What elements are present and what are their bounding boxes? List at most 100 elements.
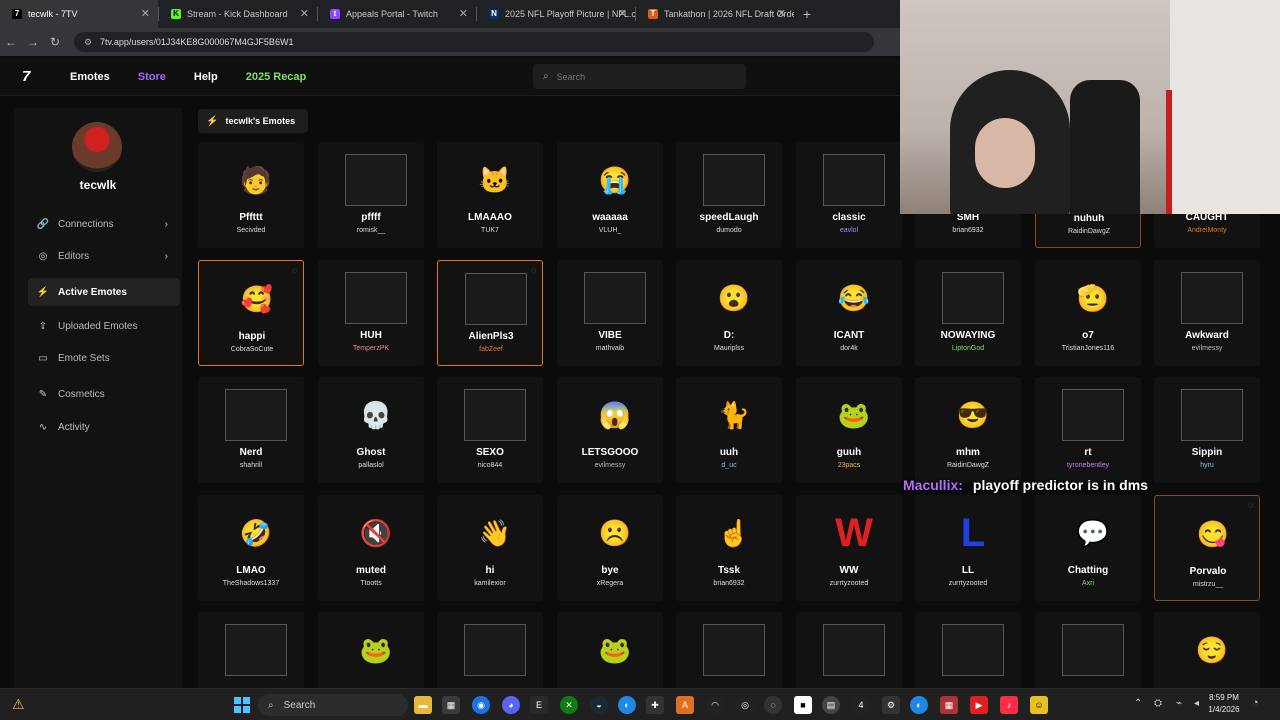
taskbar-search[interactable]: ⌕ Search (258, 694, 408, 716)
emote-owner[interactable]: dumodo (676, 227, 782, 234)
7tv-logo-icon[interactable]: 7 (22, 68, 42, 85)
obs-icon[interactable]: ◎ (736, 696, 754, 714)
notification-icon[interactable]: ◔ (1252, 697, 1259, 709)
emote-owner[interactable]: zurrtyzooted (915, 580, 1021, 587)
nav-emotes[interactable]: Emotes (70, 71, 110, 83)
network-icon[interactable]: ⌁ (1176, 698, 1182, 709)
search-input[interactable]: ⌕ Search (533, 64, 746, 89)
browser-tab-1[interactable]: K Stream - Kick Dashboard ✕ (159, 0, 317, 28)
emote-card[interactable]: 🧑 Pffttt Secivded (198, 142, 304, 248)
emote-card[interactable]: 🔇 muted Ttootts (318, 495, 424, 601)
emote-card[interactable]: 😎 mhm RaidinDawgZ (915, 377, 1021, 483)
emote-owner[interactable]: RaidinDawgZ (1036, 228, 1142, 235)
url-field[interactable]: ⚙ 7tv.app/users/01J34KE8G000067M4GJF5B6W… (74, 32, 874, 52)
emote-card[interactable]: 😂 ICANT dor4k (796, 260, 902, 366)
emote-owner[interactable]: kamilexior (437, 580, 543, 587)
browser-tab-4[interactable]: T Tankathon | 2026 NFL Draft Orde ✕ (636, 0, 794, 28)
emote-card[interactable]: Awkward evilmessy (1154, 260, 1260, 366)
emote-card[interactable]: 😱 LETSGOOO evilmessy (557, 377, 663, 483)
app-icon-8[interactable]: ◐ (910, 696, 928, 714)
app-icon-5[interactable]: ■ (794, 696, 812, 714)
emote-card[interactable]: pffff romisk__ (318, 142, 424, 248)
emote-owner[interactable]: shahrill (198, 462, 304, 469)
emote-card[interactable]: 👋 hi kamilexior (437, 495, 543, 601)
emote-owner[interactable]: fabZeef (438, 346, 544, 353)
file-explorer-icon[interactable]: ▬ (414, 696, 432, 714)
sidebar-item-uploaded-emotes[interactable]: ⇪ Uploaded Emotes (28, 312, 180, 340)
sidebar-item-activity[interactable]: ∿ Activity (28, 413, 180, 441)
emote-owner[interactable]: dor4k (796, 345, 902, 352)
emote-card[interactable]: 💬 Chatting Axri (1035, 495, 1141, 601)
emote-card[interactable]: Nerd shahrill (198, 377, 304, 483)
reload-icon[interactable]: ↻ (44, 35, 66, 49)
emote-owner[interactable]: Secivded (198, 227, 304, 234)
app-icon-4[interactable]: ◌ (764, 696, 782, 714)
emote-card[interactable]: Sippin hyru (1154, 377, 1260, 483)
emote-card[interactable]: 🐱 LMAAAO TUK7 (437, 142, 543, 248)
emote-card[interactable]: ☹️ bye xRegera (557, 495, 663, 601)
browser-tab-3[interactable]: N 2025 NFL Playoff Picture | NFL.co ✕ (477, 0, 635, 28)
emote-owner[interactable]: mistrzu__ (1155, 581, 1261, 588)
emote-card[interactable]: 🐈 uuh d_uc (676, 377, 782, 483)
emote-owner[interactable]: pallaslol (318, 462, 424, 469)
new-tab-icon[interactable]: + (794, 0, 820, 28)
sidebar-item-emote-sets[interactable]: ▭ Emote Sets (28, 344, 180, 372)
close-tab-icon[interactable]: ✕ (618, 7, 627, 20)
steam-icon[interactable]: ◒ (590, 696, 608, 714)
emote-card[interactable]: 😋 Porvalo mistrzu__ ◌ (1154, 495, 1260, 601)
emote-owner[interactable]: Ttootts (318, 580, 424, 587)
music-icon[interactable]: ♪ (1000, 696, 1018, 714)
nav-help[interactable]: Help (194, 71, 218, 83)
start-button[interactable] (234, 697, 250, 713)
discord-icon[interactable]: ◕ (502, 696, 520, 714)
emote-owner[interactable]: RaidinDawgZ (915, 462, 1021, 469)
emote-owner[interactable]: romisk__ (318, 227, 424, 234)
emote-card[interactable]: AlienPls3 fabZeef ◌ (437, 260, 543, 366)
emote-owner[interactable]: xRegera (557, 580, 663, 587)
app-icon-7[interactable]: ⚙ (882, 696, 900, 714)
emote-card[interactable]: HUH TemperzPK (318, 260, 424, 366)
app-icon-11[interactable]: ☺ (1030, 696, 1048, 714)
emote-owner[interactable]: mathvaib (557, 345, 663, 352)
browser-tab-2[interactable]: t Appeals Portal - Twitch ✕ (318, 0, 476, 28)
emote-owner[interactable]: 23pacs (796, 462, 902, 469)
sidebar-item-editors[interactable]: ◎ Editors › (28, 242, 180, 270)
sidebar-item-active-emotes[interactable]: ⚡ Active Emotes (28, 278, 180, 306)
emote-card[interactable]: SEXO nico844 (437, 377, 543, 483)
browser-icon[interactable]: ◐ (618, 696, 636, 714)
epic-games-icon[interactable]: E (530, 696, 548, 714)
emote-owner[interactable]: nico844 (437, 462, 543, 469)
emote-owner[interactable]: Mauriplss (676, 345, 782, 352)
emote-card[interactable]: 💀 Ghost pallaslol (318, 377, 424, 483)
store-icon[interactable]: ▦ (442, 696, 460, 714)
emote-card[interactable]: classic eavlol (796, 142, 902, 248)
emote-card[interactable]: 🥰 happi CobraSoCute ◌ (198, 260, 304, 366)
emote-owner[interactable]: brian6932 (915, 227, 1021, 234)
forward-icon[interactable]: → (22, 35, 44, 49)
emote-card[interactable]: L LL zurrtyzooted (915, 495, 1021, 601)
emote-owner[interactable]: evilmessy (1154, 345, 1260, 352)
emote-owner[interactable]: VLUH_ (557, 227, 663, 234)
emote-owner[interactable]: hyru (1154, 462, 1260, 469)
emote-owner[interactable]: TemperzPK (318, 345, 424, 352)
emote-owner[interactable]: brian6932 (676, 580, 782, 587)
close-tab-icon[interactable]: ✕ (459, 7, 468, 20)
emote-card[interactable]: speedLaugh dumodo (676, 142, 782, 248)
emote-owner[interactable]: TheShadows1337 (198, 580, 304, 587)
site-info-icon[interactable]: ⚙ (84, 37, 94, 48)
back-icon[interactable]: ← (0, 35, 22, 49)
sidebar-item-cosmetics[interactable]: ✎ Cosmetics (28, 380, 180, 408)
close-tab-icon[interactable]: ✕ (300, 7, 309, 20)
emote-card[interactable]: ☝️ Tssk brian6932 (676, 495, 782, 601)
4k-icon[interactable]: 4 (852, 696, 870, 714)
emote-owner[interactable]: TristianJones116 (1035, 345, 1141, 352)
emote-owner[interactable]: evilmessy (557, 462, 663, 469)
nav-recap[interactable]: 2025 Recap (246, 71, 307, 83)
app-icon[interactable]: ✚ (646, 696, 664, 714)
emote-card[interactable]: W WW zurrtyzooted (796, 495, 902, 601)
app-icon-3[interactable]: ◠ (706, 696, 724, 714)
emote-card[interactable]: NOWAYING LiptonGod (915, 260, 1021, 366)
close-tab-icon[interactable]: ✕ (777, 7, 786, 20)
emote-card[interactable]: rt tyronebentley (1035, 377, 1141, 483)
emote-card[interactable]: 🤣 LMAO TheShadows1337 (198, 495, 304, 601)
